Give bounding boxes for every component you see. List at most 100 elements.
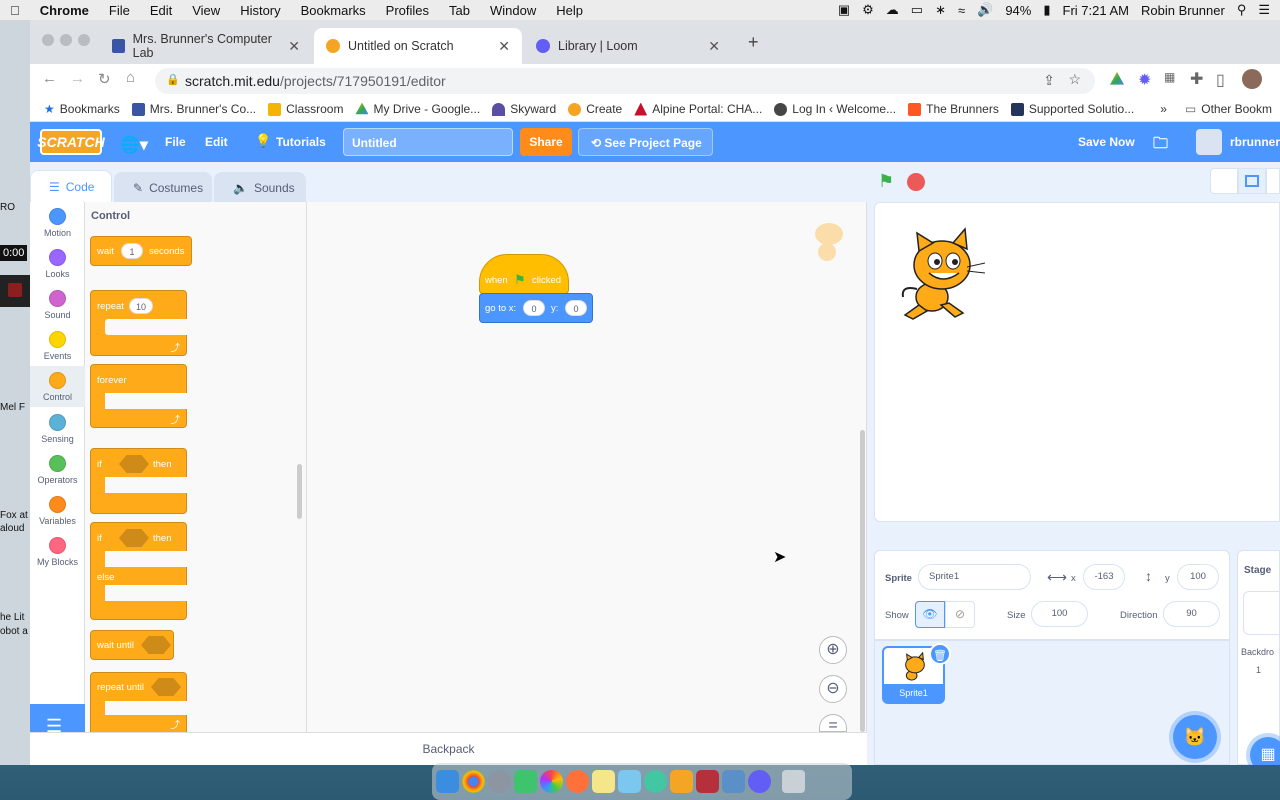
- show-sprite-eye-icon[interactable]: 👁: [915, 601, 945, 628]
- edit-menu[interactable]: Edit: [205, 135, 228, 149]
- block-forever[interactable]: forever ⤴: [90, 364, 187, 428]
- choose-backdrop-icon[interactable]: ▦: [1250, 737, 1280, 765]
- tab-sounds[interactable]: 🔈 Sounds: [214, 172, 306, 202]
- app-icon[interactable]: [644, 770, 667, 793]
- project-title-input[interactable]: Untitled: [343, 128, 513, 156]
- bookmark-item[interactable]: ★ Bookmarks: [38, 102, 126, 116]
- other-bookmarks[interactable]: ▭ Other Bookm: [1179, 102, 1278, 116]
- battery-icon[interactable]: ▮: [1043, 2, 1050, 18]
- menu-history[interactable]: History: [230, 3, 290, 18]
- goto-x-input[interactable]: 0: [523, 300, 545, 316]
- zoom-window-button[interactable]: [78, 34, 90, 46]
- menu-view[interactable]: View: [182, 3, 230, 18]
- browser-tab[interactable]: Mrs. Brunner's Computer Lab ✕: [100, 28, 312, 64]
- lock-icon[interactable]: 🔒: [166, 73, 180, 86]
- scratch-app-icon[interactable]: [670, 770, 693, 793]
- block-wait-until[interactable]: wait until: [90, 630, 174, 660]
- user-avatar[interactable]: [1196, 129, 1222, 155]
- category-my-blocks[interactable]: My Blocks: [30, 537, 85, 567]
- save-now-button[interactable]: Save Now: [1078, 135, 1135, 149]
- extensions-puzzle-icon[interactable]: ✚: [1190, 69, 1203, 89]
- menu-tab[interactable]: Tab: [439, 3, 480, 18]
- launchpad-icon[interactable]: [488, 770, 511, 793]
- scratch-logo[interactable]: SCRATCH: [37, 129, 105, 155]
- palette-scrollbar[interactable]: [297, 464, 302, 519]
- block-repeat-until[interactable]: repeat until ⤴: [90, 672, 187, 732]
- backpack[interactable]: Backpack: [30, 732, 867, 765]
- cat-sprite[interactable]: [897, 227, 987, 322]
- bluetooth-icon[interactable]: ∗: [935, 2, 946, 18]
- bookmark-item[interactable]: Skyward: [486, 102, 562, 116]
- reload-icon[interactable]: ↻: [98, 70, 111, 88]
- stop-sign-icon[interactable]: [907, 173, 925, 191]
- browser-tab-active[interactable]: Untitled on Scratch ✕: [314, 28, 522, 64]
- app-icon[interactable]: [722, 770, 745, 793]
- gear-icon[interactable]: ⚙: [862, 2, 874, 18]
- notes-icon[interactable]: [592, 770, 615, 793]
- see-project-page-button[interactable]: ⟲ See Project Page: [578, 128, 713, 156]
- menu-help[interactable]: Help: [546, 3, 593, 18]
- new-tab-plus-icon[interactable]: +: [748, 32, 759, 53]
- goto-y-input[interactable]: 0: [565, 300, 587, 316]
- category-events[interactable]: Events: [30, 331, 85, 361]
- bookmark-item[interactable]: Classroom: [262, 102, 349, 116]
- category-motion[interactable]: Motion: [30, 208, 85, 238]
- code-workspace[interactable]: when ⚑ clicked go to x: 0 y: 0 ⊕ ⊖ = ➤: [307, 202, 867, 734]
- close-tab-icon[interactable]: ✕: [708, 38, 720, 55]
- menu-file[interactable]: File: [99, 3, 140, 18]
- bookmark-item[interactable]: The Brunners: [902, 102, 1005, 116]
- my-stuff-folder-icon[interactable]: 🗀: [1153, 133, 1168, 158]
- forward-arrow-icon[interactable]: →: [70, 70, 85, 87]
- tab-costumes[interactable]: ✎ Costumes: [114, 172, 212, 202]
- choose-sprite-cat-icon[interactable]: 🐱: [1173, 715, 1217, 759]
- spotlight-search-icon[interactable]: ⚲: [1237, 2, 1247, 18]
- username[interactable]: rbrunner2: [1230, 135, 1280, 149]
- file-menu[interactable]: File: [165, 135, 186, 149]
- category-operators[interactable]: Operators: [30, 455, 85, 485]
- google-drive-extension-icon[interactable]: [1110, 72, 1124, 85]
- cloud-icon[interactable]: ☁: [886, 2, 899, 18]
- fullscreen-button[interactable]: [1266, 168, 1280, 194]
- bookmark-item[interactable]: Mrs. Brunner's Co...: [126, 102, 262, 116]
- category-sensing[interactable]: Sensing: [30, 414, 85, 444]
- bookmarks-overflow[interactable]: »: [1154, 102, 1173, 116]
- close-window-button[interactable]: [42, 34, 54, 46]
- repeat-count-input[interactable]: 10: [129, 298, 153, 314]
- url-field[interactable]: 🔒 scratch.mit.edu/projects/717950191/edi…: [155, 68, 1095, 94]
- block-wait[interactable]: wait 1 seconds: [90, 236, 192, 266]
- wifi-icon[interactable]: ≈: [958, 3, 965, 18]
- preview-icon[interactable]: [618, 770, 641, 793]
- apple-icon[interactable]: : [0, 3, 30, 18]
- wait-seconds-input[interactable]: 1: [121, 243, 143, 259]
- zoom-out-icon[interactable]: ⊖: [819, 675, 847, 703]
- block-go-to-xy[interactable]: go to x: 0 y: 0: [479, 293, 593, 323]
- category-sound[interactable]: Sound: [30, 290, 85, 320]
- bookmark-item[interactable]: Supported Solutio...: [1005, 102, 1140, 116]
- bookmark-item[interactable]: Create: [562, 102, 628, 116]
- hide-sprite-eye-icon[interactable]: ⊘: [945, 601, 975, 628]
- block-if-then[interactable]: if then: [90, 448, 187, 514]
- category-variables[interactable]: Variables: [30, 496, 85, 526]
- menu-window[interactable]: Window: [480, 3, 546, 18]
- close-tab-icon[interactable]: ✕: [498, 38, 510, 55]
- bookmark-item[interactable]: Alpine Portal: CHA...: [628, 102, 768, 116]
- minimize-window-button[interactable]: [60, 34, 72, 46]
- normal-stage-button[interactable]: [1238, 168, 1266, 194]
- loom-extension-icon[interactable]: ✹: [1138, 70, 1151, 90]
- stage-selector-panel[interactable]: Stage Backdro 1 ▦: [1237, 550, 1280, 765]
- menu-edit[interactable]: Edit: [140, 3, 182, 18]
- category-looks[interactable]: Looks: [30, 249, 85, 279]
- menu-profiles[interactable]: Profiles: [376, 3, 439, 18]
- display-icon[interactable]: ▭: [911, 2, 923, 18]
- firefox-icon[interactable]: [566, 770, 589, 793]
- small-stage-button[interactable]: [1210, 168, 1238, 194]
- share-button[interactable]: Share: [520, 128, 572, 156]
- profile-avatar[interactable]: [1242, 69, 1262, 89]
- dictionary-icon[interactable]: [696, 770, 719, 793]
- trash-icon[interactable]: [782, 770, 805, 793]
- facetime-icon[interactable]: [514, 770, 537, 793]
- volume-icon[interactable]: 🔊: [977, 2, 993, 18]
- sprite-direction-input[interactable]: 90: [1163, 601, 1220, 627]
- loom-app-icon[interactable]: [748, 770, 771, 793]
- tutorials-button[interactable]: Tutorials: [276, 135, 326, 149]
